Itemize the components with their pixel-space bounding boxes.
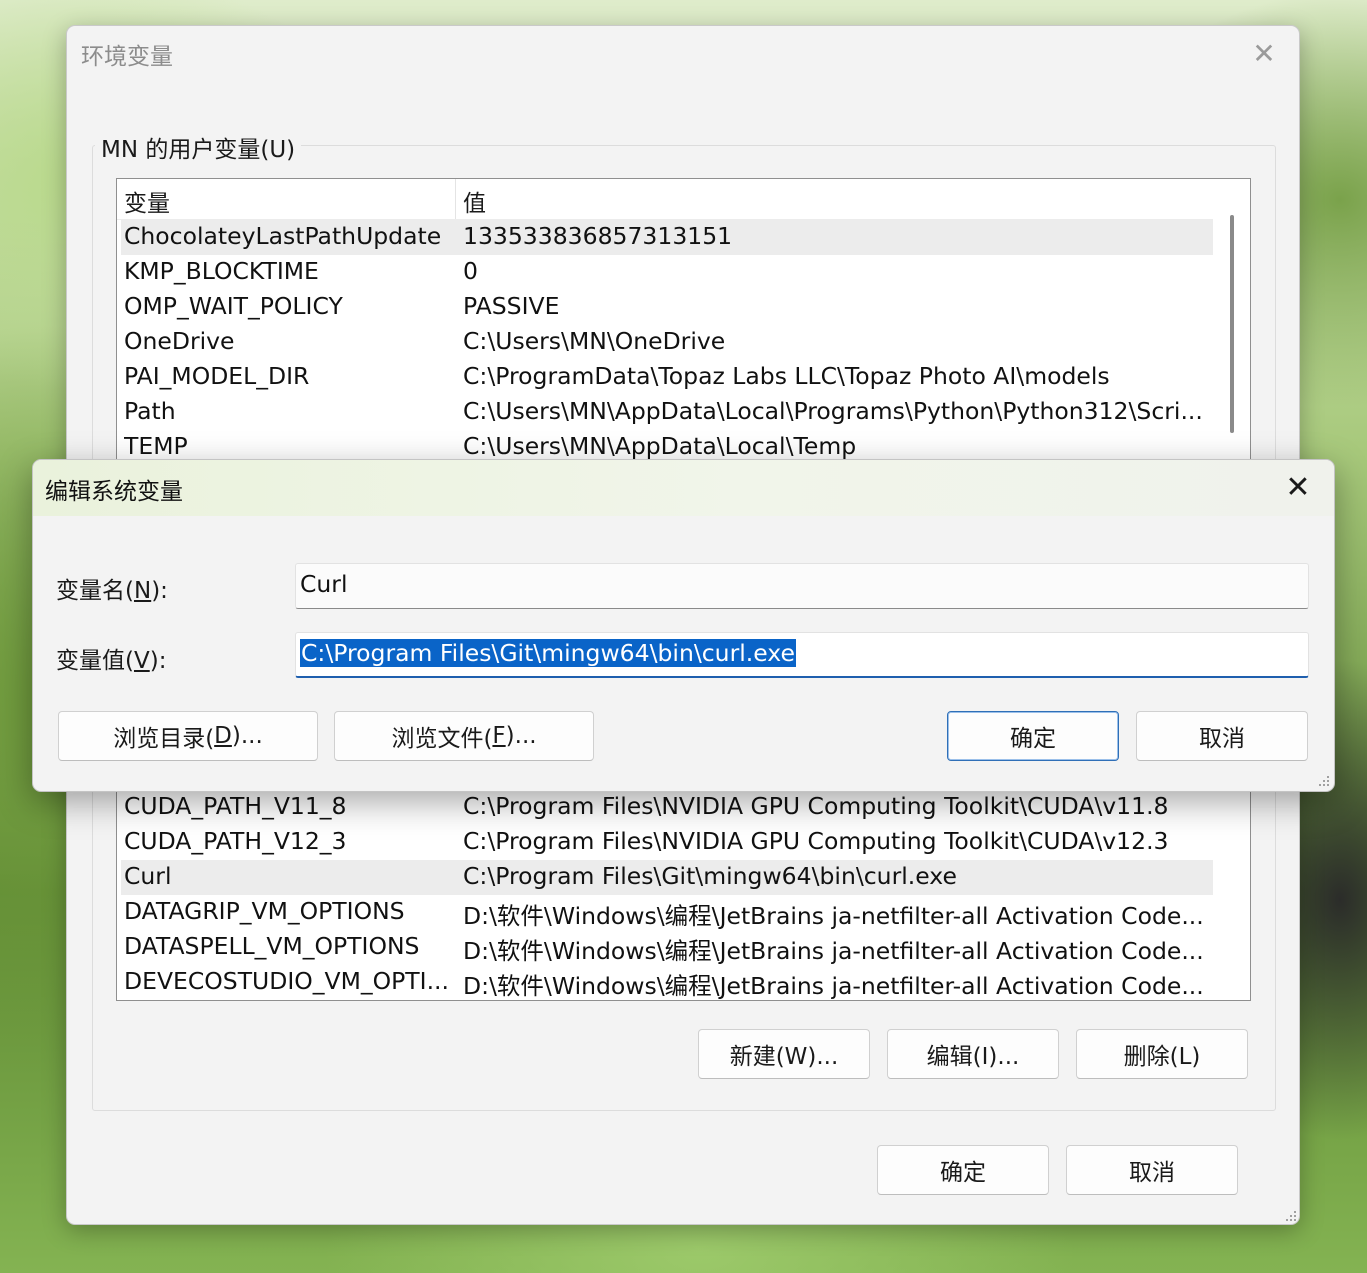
table-row[interactable]: Path C:\Users\MN\AppData\Local\Programs\… <box>121 395 1213 430</box>
variable-value-label: 变量值(V): <box>56 648 167 674</box>
variable-name: OMP_WAIT_POLICY <box>124 292 343 320</box>
browse-directory-button[interactable]: 浏览目录(D)... <box>58 711 318 761</box>
table-row[interactable]: OMP_WAIT_POLICY PASSIVE <box>121 290 1213 325</box>
edit-variable-button[interactable]: 编辑(I)... <box>887 1029 1059 1079</box>
table-row[interactable]: DATAGRIP_VM_OPTIONS D:\软件\Windows\编程\Jet… <box>121 895 1213 930</box>
user-variables-group-label: MN 的用户变量(U) <box>95 130 302 164</box>
variable-name: KMP_BLOCKTIME <box>124 257 319 285</box>
close-icon[interactable]: ✕ <box>1247 36 1281 70</box>
variable-name: Curl <box>124 862 172 890</box>
table-row[interactable]: OneDrive C:\Users\MN\OneDrive <box>121 325 1213 360</box>
variable-value: D:\软件\Windows\编程\JetBrains ja-netfilter-… <box>463 902 1204 930</box>
variable-name: CUDA_PATH_V11_8 <box>124 792 347 820</box>
variable-name: DEVECOSTUDIO_VM_OPTI... <box>124 967 449 995</box>
variable-value: D:\软件\Windows\编程\JetBrains ja-netfilter-… <box>463 937 1204 965</box>
column-header-value[interactable]: 值 <box>463 184 486 218</box>
variable-name-label: 变量名(N): <box>56 578 168 604</box>
list-header: 变量 值 <box>117 179 1213 220</box>
table-row[interactable]: Curl C:\Program Files\Git\mingw64\bin\cu… <box>121 860 1213 895</box>
table-row[interactable]: CUDA_PATH_V11_8 C:\Program Files\NVIDIA … <box>121 790 1213 825</box>
variable-name: DATAGRIP_VM_OPTIONS <box>124 897 405 925</box>
variable-name: DATASPELL_VM_OPTIONS <box>124 932 420 960</box>
delete-variable-button[interactable]: 删除(L) <box>1076 1029 1248 1079</box>
dialog-title: 编辑系统变量 <box>45 479 183 505</box>
list-scrollbar[interactable] <box>1230 215 1234 433</box>
variable-value: C:\Program Files\NVIDIA GPU Computing To… <box>463 827 1169 855</box>
variable-value: 133533836857313151 <box>463 222 733 250</box>
edit-system-variable-dialog: 编辑系统变量 ✕ 变量名(N): Curl 变量值(V): C:\Program… <box>32 459 1335 792</box>
variable-name: TEMP <box>124 432 188 460</box>
table-row[interactable]: DATASPELL_VM_OPTIONS D:\软件\Windows\编程\Je… <box>121 930 1213 965</box>
variable-value: C:\Program Files\NVIDIA GPU Computing To… <box>463 792 1169 820</box>
table-row[interactable]: KMP_BLOCKTIME 0 <box>121 255 1213 290</box>
resize-grip-icon[interactable] <box>1316 773 1330 787</box>
variable-value-selected-text: C:\Program Files\Git\mingw64\bin\curl.ex… <box>300 639 796 667</box>
variable-name: ChocolateyLastPathUpdate <box>124 222 442 250</box>
table-row[interactable]: CUDA_PATH_V12_3 C:\Program Files\NVIDIA … <box>121 825 1213 860</box>
variable-name: CUDA_PATH_V12_3 <box>124 827 347 855</box>
variable-value: C:\Users\MN\OneDrive <box>463 327 726 355</box>
dialog-titlebar[interactable]: 编辑系统变量 ✕ <box>33 460 1334 516</box>
new-variable-button[interactable]: 新建(W)... <box>698 1029 870 1079</box>
variable-name: Path <box>124 397 176 425</box>
variable-name-input[interactable]: Curl <box>295 563 1309 609</box>
dialog-ok-button[interactable]: 确定 <box>947 711 1119 761</box>
variable-value: D:\软件\Windows\编程\JetBrains ja-netfilter-… <box>463 972 1204 1000</box>
variable-value-input[interactable]: C:\Program Files\Git\mingw64\bin\curl.ex… <box>295 632 1309 678</box>
dialog-cancel-button[interactable]: 取消 <box>1136 711 1308 761</box>
close-icon[interactable]: ✕ <box>1280 469 1316 505</box>
table-row[interactable]: PAI_MODEL_DIR C:\ProgramData\Topaz Labs … <box>121 360 1213 395</box>
variable-value: C:\ProgramData\Topaz Labs LLC\Topaz Phot… <box>463 362 1110 390</box>
variable-value: PASSIVE <box>463 292 560 320</box>
variable-value: C:\Program Files\Git\mingw64\bin\curl.ex… <box>463 862 957 890</box>
table-row[interactable]: ChocolateyLastPathUpdate 133533836857313… <box>121 220 1213 255</box>
column-divider[interactable] <box>455 179 456 219</box>
cancel-button[interactable]: 取消 <box>1066 1145 1238 1195</box>
resize-grip-icon[interactable] <box>1283 1208 1297 1222</box>
variable-name-text: Curl <box>300 570 348 598</box>
ok-button[interactable]: 确定 <box>877 1145 1049 1195</box>
variable-value: C:\Users\MN\AppData\Local\Programs\Pytho… <box>463 397 1203 425</box>
variable-value: 0 <box>463 257 478 285</box>
table-row[interactable]: DEVECOSTUDIO_VM_OPTI... D:\软件\Windows\编程… <box>121 965 1213 1000</box>
column-header-name[interactable]: 变量 <box>124 184 170 218</box>
window-title: 环境变量 <box>81 44 173 70</box>
variable-name: PAI_MODEL_DIR <box>124 362 310 390</box>
variable-name: OneDrive <box>124 327 235 355</box>
variable-value: C:\Users\MN\AppData\Local\Temp <box>463 432 857 460</box>
browse-file-button[interactable]: 浏览文件(F)... <box>334 711 594 761</box>
